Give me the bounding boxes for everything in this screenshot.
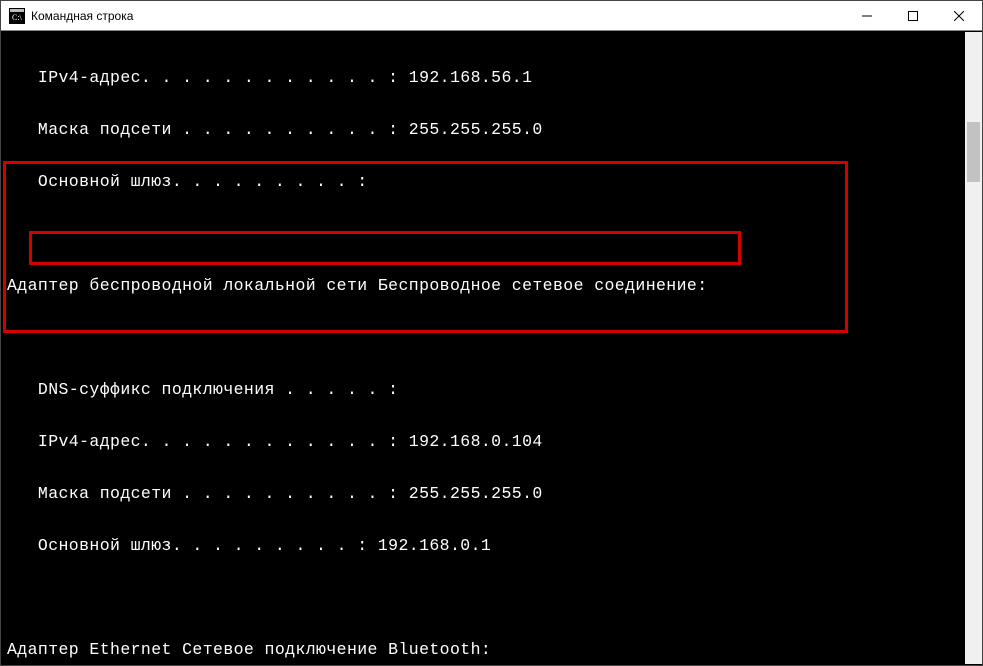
output-line-ipv4: IPv4-адрес. . . . . . . . . . . . : 192.… [1,429,982,455]
cmd-icon: C:\ [9,8,25,24]
vertical-scrollbar[interactable] [965,32,982,664]
output-line [1,585,982,611]
window-title: Командная строка [31,9,133,23]
output-line: DNS-суффикс подключения . . . . . : [1,377,982,403]
output-line: Основной шлюз. . . . . . . . . : 192.168… [1,533,982,559]
minimize-button[interactable] [844,1,890,31]
close-button[interactable] [936,1,982,31]
output-line: Маска подсети . . . . . . . . . . : 255.… [1,117,982,143]
svg-text:C:\: C:\ [12,13,23,22]
output-line [1,325,982,351]
adapter-header-bluetooth: Адаптер Ethernet Сетевое подключение Blu… [1,637,982,663]
adapter-header-wifi: Адаптер беспроводной локальной сети Бесп… [1,273,982,299]
output-line: Основной шлюз. . . . . . . . . : [1,169,982,195]
output-line: Маска подсети . . . . . . . . . . : 255.… [1,481,982,507]
maximize-button[interactable] [890,1,936,31]
console-output[interactable]: IPv4-адрес. . . . . . . . . . . . : 192.… [1,31,982,665]
output-line [1,221,982,247]
output-line: IPv4-адрес. . . . . . . . . . . . : 192.… [1,65,982,91]
window-titlebar[interactable]: C:\ Командная строка [1,1,982,31]
scrollbar-thumb[interactable] [967,122,980,182]
command-prompt-window: C:\ Командная строка IPv4-адрес. . . . .… [0,0,983,666]
